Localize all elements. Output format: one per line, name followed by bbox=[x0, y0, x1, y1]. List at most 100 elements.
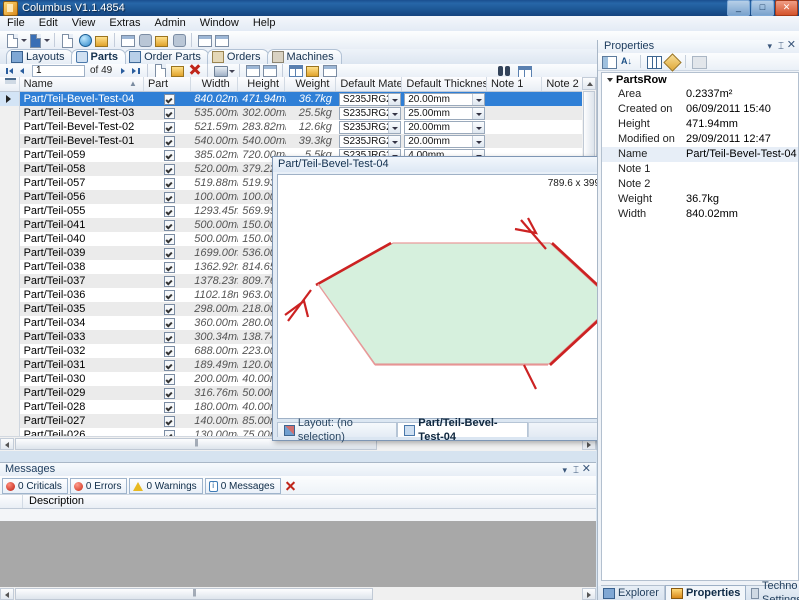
cell-width[interactable]: 298.00mm bbox=[190, 302, 238, 316]
row-indicator[interactable] bbox=[0, 302, 20, 316]
cell-name[interactable]: Part/Teil-058 bbox=[20, 162, 144, 176]
property-row[interactable]: Note 1 bbox=[602, 162, 798, 177]
chevron-down-icon[interactable] bbox=[472, 94, 485, 105]
cell-part[interactable] bbox=[144, 120, 190, 134]
property-value[interactable] bbox=[686, 162, 798, 177]
property-value[interactable]: 0.2337m² bbox=[686, 87, 798, 102]
cell-height[interactable]: 283.82mm bbox=[238, 120, 286, 134]
cell-name[interactable]: Part/Teil-028 bbox=[20, 400, 144, 414]
row-indicator[interactable] bbox=[0, 316, 20, 330]
scroll-up-button[interactable] bbox=[582, 77, 596, 90]
tab-layouts[interactable]: Layouts bbox=[6, 49, 73, 64]
row-indicator[interactable] bbox=[0, 414, 20, 428]
property-row[interactable]: Created on 06/09/2011 15:40 bbox=[602, 102, 798, 117]
cell-part[interactable] bbox=[144, 232, 190, 246]
cell-width[interactable]: 385.02mm bbox=[190, 148, 238, 162]
row-indicator[interactable] bbox=[0, 246, 20, 260]
checkbox-checked-icon[interactable] bbox=[163, 247, 175, 259]
cell-note1[interactable] bbox=[487, 92, 542, 106]
new-document-icon[interactable] bbox=[4, 32, 20, 48]
chevron-down-icon[interactable] bbox=[388, 122, 401, 133]
cell-part[interactable] bbox=[144, 386, 190, 400]
property-value[interactable]: 36.7kg bbox=[686, 192, 798, 207]
property-row[interactable]: Weight 36.7kg bbox=[602, 192, 798, 207]
clear-messages-icon[interactable] bbox=[283, 479, 297, 493]
property-row[interactable]: Note 2 bbox=[602, 177, 798, 192]
messages-horizontal-scrollbar[interactable] bbox=[0, 587, 596, 600]
first-record-button[interactable] bbox=[3, 65, 16, 77]
row-indicator[interactable] bbox=[0, 148, 20, 162]
cell-part[interactable] bbox=[144, 176, 190, 190]
menu-item-help[interactable]: Help bbox=[246, 16, 283, 31]
copy-icon[interactable] bbox=[59, 32, 75, 48]
cell-name[interactable]: Part/Teil-Bevel-Test-02 bbox=[20, 120, 144, 134]
table-row[interactable]: Part/Teil-Bevel-Test-02 521.59mm283.82mm1… bbox=[0, 120, 596, 134]
next-record-button[interactable] bbox=[117, 65, 130, 77]
cell-name[interactable]: Part/Teil-Bevel-Test-04 bbox=[20, 92, 144, 106]
checkbox-checked-icon[interactable] bbox=[163, 387, 175, 399]
tag-icon[interactable] bbox=[93, 32, 109, 48]
cell-part[interactable] bbox=[144, 344, 190, 358]
record-number-input[interactable]: 1 bbox=[32, 64, 85, 77]
cell-width[interactable]: 1699.00mm bbox=[190, 246, 238, 260]
checkbox-checked-icon[interactable] bbox=[163, 219, 175, 231]
cell-part[interactable] bbox=[144, 134, 190, 148]
table-row[interactable]: Part/Teil-Bevel-Test-01540.00mm540.00mm3… bbox=[0, 134, 596, 148]
cell-name[interactable]: Part/Teil-032 bbox=[20, 344, 144, 358]
close-icon[interactable]: ✕ bbox=[582, 463, 591, 476]
row-indicator[interactable] bbox=[0, 274, 20, 288]
cell-width[interactable]: 1102.18mm bbox=[190, 288, 238, 302]
cell-width[interactable]: 520.00mm bbox=[190, 162, 238, 176]
cell-name[interactable]: Part/Teil-035 bbox=[20, 302, 144, 316]
chevron-down-icon[interactable] bbox=[472, 108, 485, 119]
cell-width[interactable]: 140.00mm bbox=[190, 414, 238, 428]
globe-icon[interactable] bbox=[76, 32, 92, 48]
grid-header-part[interactable]: Part bbox=[144, 77, 191, 91]
property-row[interactable]: Name Part/Teil-Bevel-Test-04 bbox=[602, 147, 798, 162]
cell-name[interactable]: Part/Teil-038 bbox=[20, 260, 144, 274]
property-row[interactable]: Modified on 29/09/2011 12:47 bbox=[602, 132, 798, 147]
row-indicator[interactable] bbox=[0, 120, 20, 134]
row-indicator[interactable] bbox=[0, 204, 20, 218]
property-pages-button[interactable] bbox=[646, 54, 662, 69]
cell-height[interactable]: 471.94mm bbox=[238, 92, 286, 106]
cell-part[interactable] bbox=[144, 414, 190, 428]
checkbox-checked-icon[interactable] bbox=[163, 303, 175, 315]
pin-icon[interactable]: ⌶ bbox=[778, 40, 784, 53]
cell-height[interactable]: 540.00mm bbox=[238, 134, 286, 148]
checkbox-checked-icon[interactable] bbox=[163, 149, 175, 161]
cell-width[interactable]: 519.88mm bbox=[190, 176, 238, 190]
property-value[interactable]: 29/09/2011 12:47 bbox=[686, 132, 798, 147]
row-indicator[interactable] bbox=[0, 232, 20, 246]
checkbox-checked-icon[interactable] bbox=[163, 191, 175, 203]
checkbox-checked-icon[interactable] bbox=[163, 135, 175, 147]
scroll-left-button[interactable] bbox=[0, 587, 14, 600]
grid-header-width[interactable]: Width bbox=[191, 77, 238, 91]
checkbox-checked-icon[interactable] bbox=[163, 163, 175, 175]
chevron-down-icon[interactable]: ▾ bbox=[767, 40, 772, 53]
chevron-down-icon[interactable] bbox=[388, 94, 401, 105]
cell-weight[interactable]: 36.7kg bbox=[286, 92, 338, 106]
previous-record-button[interactable] bbox=[16, 65, 29, 77]
cell-default-material[interactable]: S235JRG2 bbox=[338, 106, 403, 120]
row-indicator[interactable] bbox=[0, 288, 20, 302]
cell-width[interactable]: 840.02mm bbox=[190, 92, 238, 106]
tab-parts[interactable]: Parts bbox=[70, 49, 127, 64]
cell-default-material[interactable]: S235JRG2 bbox=[338, 134, 403, 148]
cell-weight[interactable]: 25.5kg bbox=[286, 106, 338, 120]
alphabetical-button[interactable]: A↓ bbox=[619, 54, 635, 69]
menu-item-extras[interactable]: Extras bbox=[102, 16, 147, 31]
cell-width[interactable]: 540.00mm bbox=[190, 134, 238, 148]
cell-part[interactable] bbox=[144, 106, 190, 120]
row-indicator[interactable] bbox=[0, 260, 20, 274]
menu-item-view[interactable]: View bbox=[65, 16, 103, 31]
cell-part[interactable] bbox=[144, 218, 190, 232]
nest-icon[interactable] bbox=[136, 32, 152, 48]
warnings-filter-button[interactable]: 0 Warnings bbox=[129, 478, 203, 494]
grid-filter-clear-icon[interactable] bbox=[0, 77, 20, 91]
cell-part[interactable] bbox=[144, 204, 190, 218]
cell-width[interactable]: 1378.23mm bbox=[190, 274, 238, 288]
cell-name[interactable]: Part/Teil-029 bbox=[20, 386, 144, 400]
cell-part[interactable] bbox=[144, 260, 190, 274]
grid-header-height[interactable]: Height bbox=[238, 77, 286, 91]
